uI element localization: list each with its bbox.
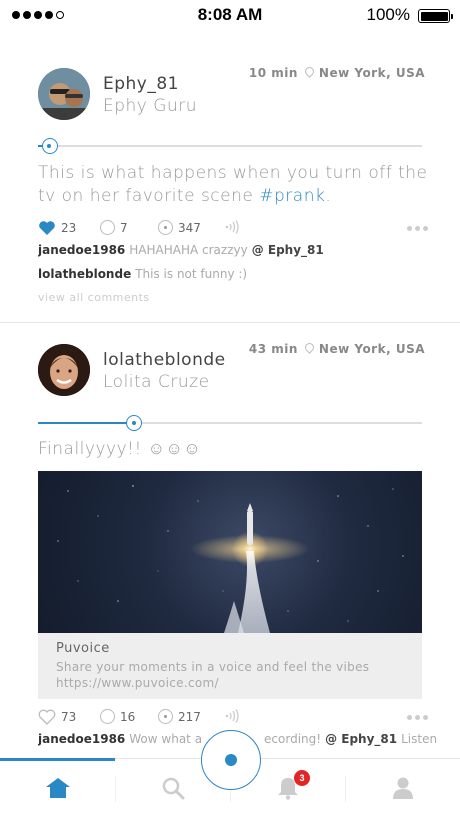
- tab-profile[interactable]: [345, 758, 460, 818]
- comment-tail: Listen!: [401, 732, 438, 746]
- comment-text: Wow what a: [129, 732, 203, 746]
- like-count: 23: [61, 221, 77, 235]
- comment-line: lolatheblonde This is not funny :): [38, 267, 438, 281]
- battery-icon: [418, 9, 453, 23]
- location-pin-icon: [304, 67, 313, 79]
- comment-button[interactable]: 7: [100, 220, 128, 235]
- username[interactable]: lolatheblonde: [103, 350, 226, 370]
- comment-icon: [100, 709, 115, 724]
- post-actions: 23 7 347: [38, 220, 428, 240]
- heart-icon: [38, 220, 56, 236]
- play-count-value: 347: [178, 220, 201, 235]
- comment-user[interactable]: janedoe1986: [38, 243, 125, 257]
- comment-mention[interactable]: @ Ephy_81: [325, 732, 397, 746]
- play-count: 217: [158, 709, 201, 724]
- audio-progress-fill: [38, 422, 134, 424]
- comment-mention[interactable]: @ Ephy_81: [252, 243, 324, 257]
- avatar[interactable]: [38, 344, 90, 396]
- like-count: 73: [61, 710, 77, 724]
- post-actions: 73 16 217: [38, 709, 428, 729]
- post-divider: [0, 322, 460, 323]
- comment-text: This is not funny :): [135, 267, 248, 281]
- username[interactable]: Ephy_81: [103, 74, 179, 94]
- comment-user[interactable]: janedoe1986: [38, 732, 125, 746]
- heart-icon: [38, 709, 56, 725]
- status-bar: 8:08 AM 100%: [0, 0, 460, 32]
- audio-scrubber-handle[interactable]: [126, 415, 142, 431]
- post-meta: 43 min New York, USA: [249, 342, 425, 356]
- record-button[interactable]: [201, 730, 261, 790]
- sound-button[interactable]: [224, 709, 240, 723]
- caption-end: .: [325, 186, 332, 206]
- time-ago: 10 min: [248, 66, 298, 80]
- play-icon: [158, 709, 173, 724]
- link-preview-info: Puvoice Share your moments in a voice an…: [38, 633, 422, 699]
- audio-progress-bar[interactable]: [38, 138, 422, 154]
- comment-line: janedoe1986 HAHAHAHA crazzyy @ Ephy_81: [38, 243, 438, 257]
- sound-waves-icon: [225, 220, 239, 234]
- home-icon: [45, 778, 70, 798]
- location: New York, USA: [318, 342, 425, 356]
- hashtag-link[interactable]: #prank: [259, 186, 325, 206]
- sound-waves-icon: [225, 709, 239, 723]
- post-caption: Finallyyyy!! ☺☺☺: [38, 439, 202, 459]
- like-button[interactable]: 73: [38, 709, 76, 725]
- link-preview-image: [38, 471, 422, 633]
- audio-scrubber-handle[interactable]: [41, 138, 58, 154]
- link-url: https://www.puvoice.com/: [56, 676, 219, 690]
- real-name: Lolita Cruze: [103, 372, 210, 392]
- play-icon: [158, 220, 173, 235]
- more-options-icon[interactable]: [407, 715, 428, 720]
- sound-button[interactable]: [224, 220, 240, 234]
- audio-progress-bar[interactable]: [38, 415, 422, 431]
- link-title: Puvoice: [56, 641, 110, 656]
- tab-home[interactable]: [0, 758, 115, 818]
- comment-button[interactable]: 16: [100, 709, 135, 724]
- like-button[interactable]: 23: [38, 220, 76, 236]
- comment-text-cont: ecording!: [264, 732, 322, 746]
- more-options-icon[interactable]: [407, 226, 428, 231]
- post-caption: This is what happens when you turn off t…: [38, 162, 430, 208]
- location: New York, USA: [318, 66, 425, 80]
- profile-icon: [392, 777, 413, 799]
- caption-text: This is what happens when you turn off t…: [38, 163, 428, 206]
- link-description: Share your moments in a voice and feel t…: [56, 660, 370, 674]
- battery-percentage: 100%: [366, 5, 410, 24]
- play-count: 347: [158, 220, 201, 235]
- location-pin-icon: [304, 343, 313, 355]
- avatar[interactable]: [38, 68, 90, 120]
- search-icon: [162, 777, 184, 800]
- view-all-comments-link[interactable]: view all comments: [38, 291, 150, 304]
- link-preview-card[interactable]: Puvoice Share your moments in a voice an…: [38, 471, 422, 699]
- comment-text: HAHAHAHA crazzyy: [129, 243, 248, 257]
- post-meta: 10 min New York, USA: [249, 66, 425, 80]
- notification-badge: 3: [294, 770, 310, 786]
- time-ago: 43 min: [248, 342, 298, 356]
- comment-icon: [100, 220, 115, 235]
- play-count-value: 217: [178, 709, 201, 724]
- comment-user[interactable]: lolatheblonde: [38, 267, 131, 281]
- comment-count: 7: [120, 220, 128, 235]
- comment-count: 16: [120, 709, 136, 724]
- real-name: Ephy Guru: [103, 96, 197, 116]
